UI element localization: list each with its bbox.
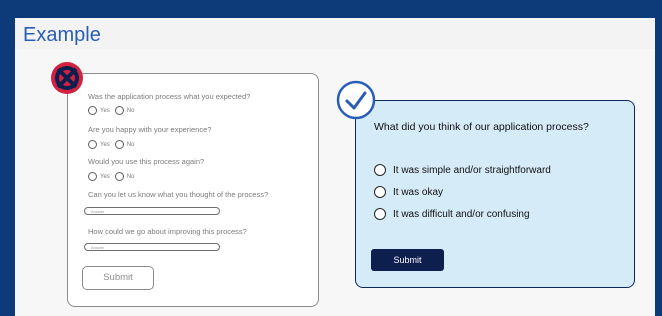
- radio-no[interactable]: [114, 106, 124, 115]
- question-expected: Was the application process what you exp…: [88, 92, 251, 101]
- radio-yes[interactable]: [88, 106, 97, 115]
- bad-submit-button[interactable]: Submit: [82, 266, 154, 290]
- option-label: It was simple and/or straightforward: [393, 164, 551, 176]
- question-happy: Are you happy with your experience?: [88, 125, 212, 134]
- radio-no[interactable]: [114, 140, 124, 149]
- page-title: Example: [23, 24, 101, 46]
- radio-yes[interactable]: [88, 172, 97, 181]
- no-entry-icon: [51, 62, 83, 94]
- question-again: Would you use this process again?: [88, 157, 205, 166]
- radio-button[interactable]: [374, 186, 386, 198]
- answer-input[interactable]: Answer: [84, 243, 220, 251]
- option-label: It was okay: [393, 186, 444, 198]
- options-happy: Yes No: [88, 140, 134, 149]
- option-label: No: [126, 173, 135, 180]
- options-expected: Yes No: [88, 106, 134, 115]
- radio-button[interactable]: [374, 164, 386, 176]
- radio-button[interactable]: [374, 208, 386, 220]
- option-label: No: [126, 107, 135, 114]
- checkmark-icon: [336, 80, 376, 120]
- good-option[interactable]: It was simple and/or straightforward: [374, 164, 551, 176]
- question-improve: How could we go about improving this pro…: [88, 227, 247, 236]
- good-option[interactable]: It was difficult and/or confusing: [374, 208, 530, 220]
- good-submit-button[interactable]: Submit: [371, 249, 444, 271]
- option-label: Yes: [100, 107, 110, 114]
- good-question: What did you think of our application pr…: [374, 121, 589, 133]
- question-thoughts: Can you let us know what you thought of …: [88, 190, 269, 199]
- option-label: Yes: [100, 141, 110, 148]
- answer-input[interactable]: Answer: [84, 207, 220, 215]
- good-option[interactable]: It was okay: [374, 186, 443, 198]
- radio-no[interactable]: [114, 172, 124, 181]
- option-label: Yes: [100, 173, 110, 180]
- option-label: It was difficult and/or confusing: [393, 208, 530, 220]
- options-again: Yes No: [88, 172, 134, 181]
- radio-yes[interactable]: [88, 140, 97, 149]
- option-label: No: [126, 141, 135, 148]
